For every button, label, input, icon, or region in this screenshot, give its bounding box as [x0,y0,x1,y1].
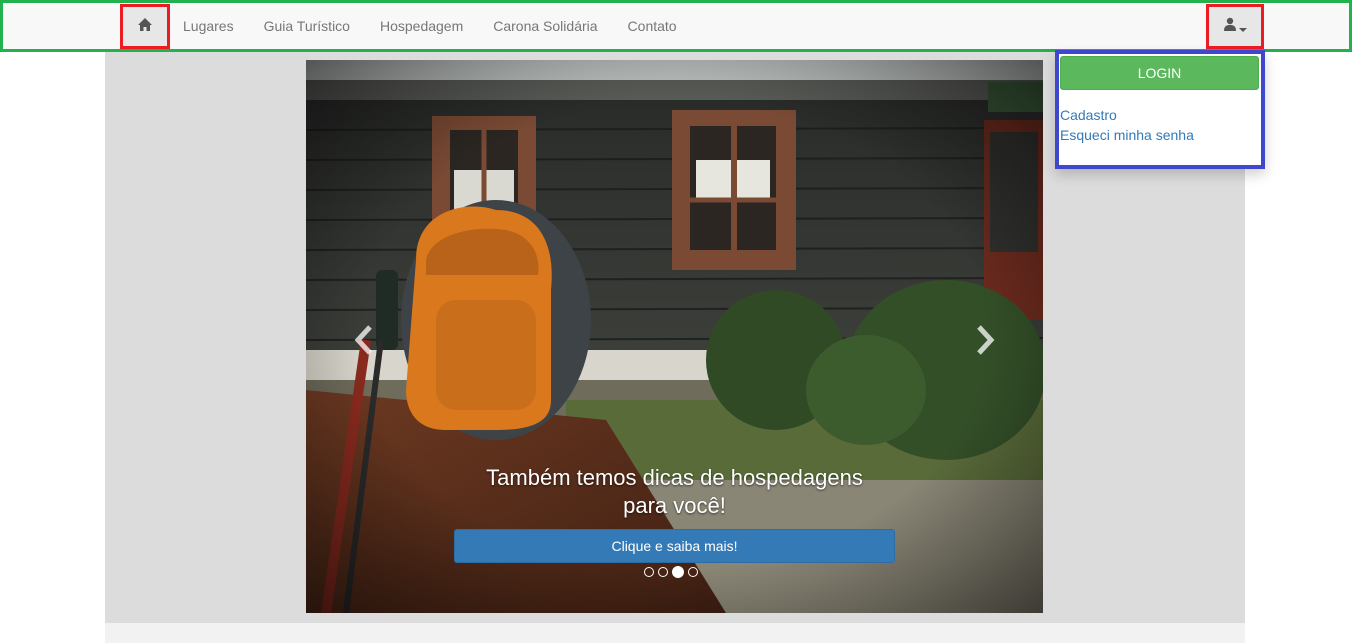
user-icon [1223,17,1237,36]
carousel-next-button[interactable] [970,322,1000,362]
carousel-indicator-2[interactable] [658,567,668,577]
nav-item-contato[interactable]: Contato [613,3,692,49]
register-link[interactable]: Cadastro [1060,107,1117,123]
nav-item-carona-solidaria[interactable]: Carona Solidária [478,3,612,49]
caption-line-1: Também temos dicas de hospedagens [486,465,863,490]
page-footer-strip [105,623,1245,643]
carousel-caption: Também temos dicas de hospedagens para v… [456,464,893,520]
home-icon [137,17,153,37]
caption-line-2: para você! [623,493,726,518]
login-dropdown-menu: LOGIN Cadastro Esqueci minha senha [1055,50,1265,169]
nav-item-guia-turistico[interactable]: Guia Turístico [249,3,365,49]
nav-item-lugares[interactable]: Lugares [168,3,249,49]
home-button[interactable] [120,4,170,49]
carousel-indicator-4[interactable] [688,567,698,577]
learn-more-button[interactable]: Clique e saiba mais! [454,529,895,563]
caret-down-icon [1239,27,1247,32]
forgot-password-link[interactable]: Esqueci minha senha [1060,127,1194,143]
login-button[interactable]: LOGIN [1060,56,1259,90]
top-navbar: Lugares Guia Turístico Hospedagem Carona… [0,0,1352,52]
chevron-right-icon [975,324,995,361]
carousel-indicator-3[interactable] [672,566,684,578]
nav-links: Lugares Guia Turístico Hospedagem Carona… [168,3,692,49]
carousel-indicator-1[interactable] [644,567,654,577]
carousel-indicators [644,566,698,578]
chevron-left-icon [354,324,374,361]
user-menu-toggle[interactable] [1206,4,1264,49]
hero-carousel: Também temos dicas de hospedagens para v… [306,60,1043,613]
carousel-prev-button[interactable] [349,322,379,362]
nav-item-hospedagem[interactable]: Hospedagem [365,3,478,49]
